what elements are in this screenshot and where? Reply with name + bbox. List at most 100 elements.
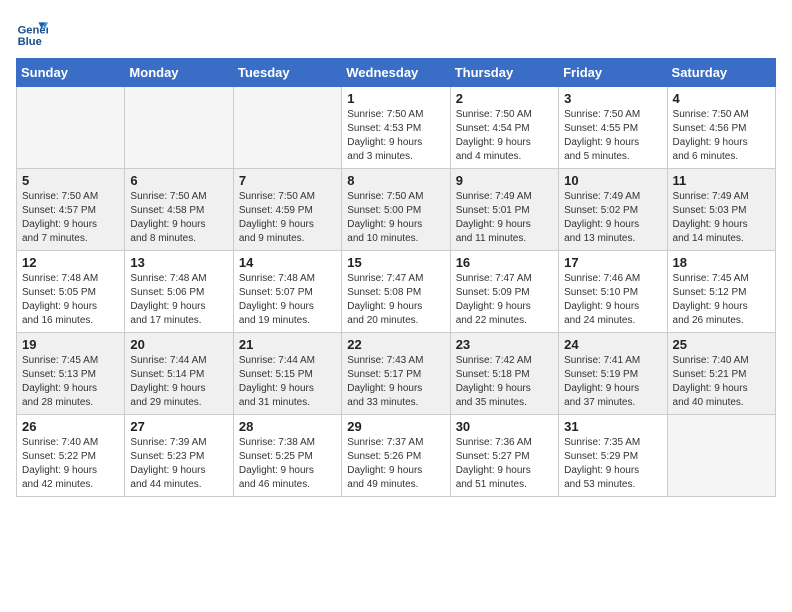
calendar-cell: 28Sunrise: 7:38 AM Sunset: 5:25 PM Dayli… — [233, 415, 341, 497]
cell-info: Sunrise: 7:50 AM Sunset: 4:55 PM Dayligh… — [564, 108, 661, 164]
calendar-cell: 29 Sunrise: 7:37 AM Sunset: 5:26 PM Dayli… — [342, 415, 450, 497]
day-number: 24 — [564, 337, 661, 352]
header: General Blue — [16, 16, 776, 48]
cell-info: Sunrise: 7:48 AM Sunset: 5:06 PM Dayligh… — [130, 272, 227, 328]
cell-info: Sunrise: 7:46 AM Sunset: 5:10 PM Dayligh… — [564, 272, 661, 328]
cell-info: Sunrise: 7:50 AM Sunset: 4:53 PM Dayligh… — [347, 108, 444, 164]
calendar-cell: 31 Sunrise: 7:35 AM Sunset: 5:29 PM Dayli… — [559, 415, 667, 497]
calendar: SundayMondayTuesdayWednesdayThursdayFrid… — [16, 58, 776, 497]
calendar-cell: 4 Sunrise: 7:50 AM Sunset: 4:56 PM Daylig… — [667, 87, 775, 169]
cell-info: Sunrise: 7:47 AM Sunset: 5:08 PM Dayligh… — [347, 272, 444, 328]
calendar-cell: 19 Sunrise: 7:45 AM Sunset: 5:13 PM Dayli… — [17, 333, 125, 415]
day-number: 18 — [673, 255, 770, 270]
weekday-header-wednesday: Wednesday — [342, 59, 450, 87]
day-number: 3 — [564, 91, 661, 106]
cell-info: Sunrise: 7:50 AM Sunset: 4:58 PM Dayligh… — [130, 190, 227, 246]
cell-info: Sunrise: 7:47 AM Sunset: 5:09 PM Dayligh… — [456, 272, 553, 328]
calendar-cell — [17, 87, 125, 169]
day-number: 4 — [673, 91, 770, 106]
svg-text:Blue: Blue — [18, 36, 42, 48]
cell-info: Sunrise: 7:35 AM Sunset: 5:29 PM Dayligh… — [564, 436, 661, 492]
cell-info: Sunrise: 7:50 AM Sunset: 4:56 PM Dayligh… — [673, 108, 770, 164]
cell-info: Sunrise: 7:49 AM Sunset: 5:02 PM Dayligh… — [564, 190, 661, 246]
calendar-cell: 17 Sunrise: 7:46 AM Sunset: 5:10 PM Dayli… — [559, 251, 667, 333]
calendar-cell: 26 Sunrise: 7:40 AM Sunset: 5:22 PM Dayli… — [17, 415, 125, 497]
cell-info: Sunrise: 7:49 AM Sunset: 5:03 PM Dayligh… — [673, 190, 770, 246]
cell-info: Sunrise: 7:50 AM Sunset: 4:57 PM Dayligh… — [22, 190, 119, 246]
cell-info: Sunrise: 7:39 AM Sunset: 5:23 PM Dayligh… — [130, 436, 227, 492]
calendar-cell: 16 Sunrise: 7:47 AM Sunset: 5:09 PM Dayli… — [450, 251, 558, 333]
day-number: 23 — [456, 337, 553, 352]
weekday-header-saturday: Saturday — [667, 59, 775, 87]
calendar-header-row: SundayMondayTuesdayWednesdayThursdayFrid… — [17, 59, 776, 87]
day-number: 29 — [347, 419, 444, 434]
day-number: 15 — [347, 255, 444, 270]
day-number: 9 — [456, 173, 553, 188]
day-number: 13 — [130, 255, 227, 270]
calendar-cell: 15 Sunrise: 7:47 AM Sunset: 5:08 PM Dayli… — [342, 251, 450, 333]
calendar-cell — [233, 87, 341, 169]
calendar-cell: 22Sunrise: 7:43 AM Sunset: 5:17 PM Dayli… — [342, 333, 450, 415]
day-number: 17 — [564, 255, 661, 270]
day-number: 31 — [564, 419, 661, 434]
cell-info: Sunrise: 7:45 AM Sunset: 5:13 PM Dayligh… — [22, 354, 119, 410]
day-number: 21 — [239, 337, 336, 352]
calendar-week-row: 1 Sunrise: 7:50 AM Sunset: 4:53 PM Daylig… — [17, 87, 776, 169]
calendar-cell: 30 Sunrise: 7:36 AM Sunset: 5:27 PM Dayli… — [450, 415, 558, 497]
day-number: 19 — [22, 337, 119, 352]
calendar-week-row: 19 Sunrise: 7:45 AM Sunset: 5:13 PM Dayli… — [17, 333, 776, 415]
calendar-cell: 14 Sunrise: 7:48 AM Sunset: 5:07 PM Dayli… — [233, 251, 341, 333]
calendar-cell: 21 Sunrise: 7:44 AM Sunset: 5:15 PM Dayli… — [233, 333, 341, 415]
cell-info: Sunrise: 7:40 AM Sunset: 5:21 PM Dayligh… — [673, 354, 770, 410]
logo: General Blue — [16, 16, 52, 48]
calendar-cell: 18 Sunrise: 7:45 AM Sunset: 5:12 PM Dayli… — [667, 251, 775, 333]
cell-info: Sunrise: 7:40 AM Sunset: 5:22 PM Dayligh… — [22, 436, 119, 492]
calendar-cell: 27 Sunrise: 7:39 AM Sunset: 5:23 PM Dayli… — [125, 415, 233, 497]
calendar-cell: 9 Sunrise: 7:49 AM Sunset: 5:01 PM Daylig… — [450, 169, 558, 251]
day-number: 20 — [130, 337, 227, 352]
day-number: 14 — [239, 255, 336, 270]
calendar-week-row: 12Sunrise: 7:48 AM Sunset: 5:05 PM Dayli… — [17, 251, 776, 333]
cell-info: Sunrise: 7:37 AM Sunset: 5:26 PM Dayligh… — [347, 436, 444, 492]
cell-info: Sunrise: 7:41 AM Sunset: 5:19 PM Dayligh… — [564, 354, 661, 410]
cell-info: Sunrise: 7:48 AM Sunset: 5:05 PM Dayligh… — [22, 272, 119, 328]
day-number: 8 — [347, 173, 444, 188]
day-number: 26 — [22, 419, 119, 434]
calendar-cell: 7Sunrise: 7:50 AM Sunset: 4:59 PM Daylig… — [233, 169, 341, 251]
day-number: 22 — [347, 337, 444, 352]
calendar-cell: 3 Sunrise: 7:50 AM Sunset: 4:55 PM Daylig… — [559, 87, 667, 169]
day-number: 11 — [673, 173, 770, 188]
cell-info: Sunrise: 7:48 AM Sunset: 5:07 PM Dayligh… — [239, 272, 336, 328]
day-number: 6 — [130, 173, 227, 188]
cell-info: Sunrise: 7:38 AM Sunset: 5:25 PM Dayligh… — [239, 436, 336, 492]
calendar-cell — [125, 87, 233, 169]
logo-icon: General Blue — [16, 16, 48, 48]
cell-info: Sunrise: 7:36 AM Sunset: 5:27 PM Dayligh… — [456, 436, 553, 492]
calendar-cell: 1 Sunrise: 7:50 AM Sunset: 4:53 PM Daylig… — [342, 87, 450, 169]
cell-info: Sunrise: 7:42 AM Sunset: 5:18 PM Dayligh… — [456, 354, 553, 410]
calendar-cell: 2Sunrise: 7:50 AM Sunset: 4:54 PM Daylig… — [450, 87, 558, 169]
day-number: 7 — [239, 173, 336, 188]
day-number: 30 — [456, 419, 553, 434]
day-number: 10 — [564, 173, 661, 188]
weekday-header-monday: Monday — [125, 59, 233, 87]
calendar-cell: 10 Sunrise: 7:49 AM Sunset: 5:02 PM Dayli… — [559, 169, 667, 251]
calendar-week-row: 26 Sunrise: 7:40 AM Sunset: 5:22 PM Dayli… — [17, 415, 776, 497]
calendar-week-row: 5Sunrise: 7:50 AM Sunset: 4:57 PM Daylig… — [17, 169, 776, 251]
calendar-cell: 6 Sunrise: 7:50 AM Sunset: 4:58 PM Daylig… — [125, 169, 233, 251]
day-number: 27 — [130, 419, 227, 434]
day-number: 16 — [456, 255, 553, 270]
cell-info: Sunrise: 7:45 AM Sunset: 5:12 PM Dayligh… — [673, 272, 770, 328]
cell-info: Sunrise: 7:50 AM Sunset: 4:54 PM Dayligh… — [456, 108, 553, 164]
cell-info: Sunrise: 7:49 AM Sunset: 5:01 PM Dayligh… — [456, 190, 553, 246]
day-number: 1 — [347, 91, 444, 106]
calendar-cell: 23 Sunrise: 7:42 AM Sunset: 5:18 PM Dayli… — [450, 333, 558, 415]
calendar-cell: 5Sunrise: 7:50 AM Sunset: 4:57 PM Daylig… — [17, 169, 125, 251]
calendar-cell: 25Sunrise: 7:40 AM Sunset: 5:21 PM Dayli… — [667, 333, 775, 415]
weekday-header-friday: Friday — [559, 59, 667, 87]
calendar-cell: 20 Sunrise: 7:44 AM Sunset: 5:14 PM Dayli… — [125, 333, 233, 415]
cell-info: Sunrise: 7:44 AM Sunset: 5:15 PM Dayligh… — [239, 354, 336, 410]
calendar-cell: 8Sunrise: 7:50 AM Sunset: 5:00 PM Daylig… — [342, 169, 450, 251]
cell-info: Sunrise: 7:44 AM Sunset: 5:14 PM Dayligh… — [130, 354, 227, 410]
calendar-cell — [667, 415, 775, 497]
